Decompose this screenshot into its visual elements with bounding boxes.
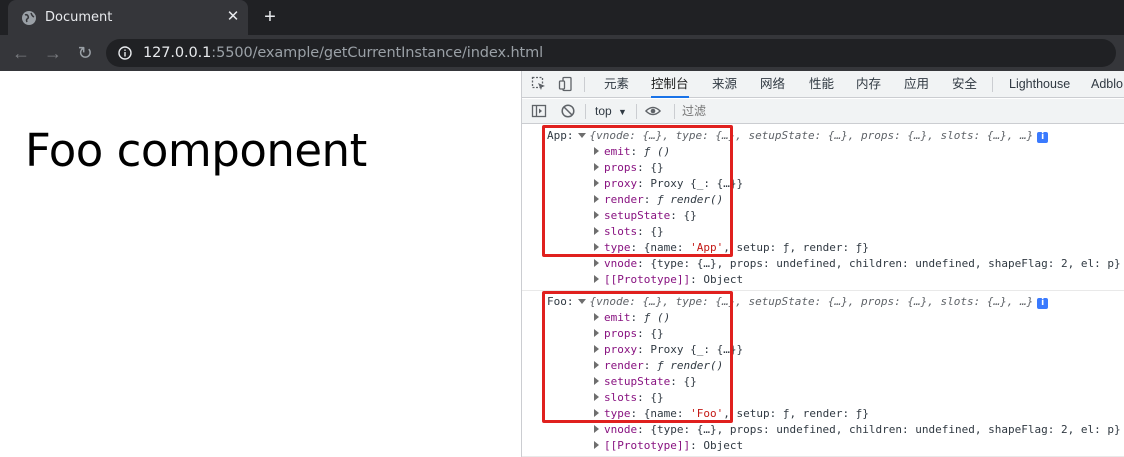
new-tab-button[interactable]: + xyxy=(258,6,282,30)
devtools-tab[interactable]: 控制台 xyxy=(651,71,689,98)
browser-tabstrip: Document ✕ + xyxy=(0,0,1124,35)
property-value: {type: {…}, props: undefined, children: … xyxy=(650,423,1121,436)
info-icon[interactable]: i xyxy=(1037,132,1049,143)
eye-icon[interactable] xyxy=(645,103,661,119)
console-message: App: {vnode: {…}, type: {…}, setupState: … xyxy=(522,125,1124,291)
devtools-tab[interactable]: 应用 xyxy=(904,71,929,98)
toolbar-divider xyxy=(674,104,675,119)
context-value: top xyxy=(595,104,612,118)
expand-triangle-icon[interactable] xyxy=(594,441,599,449)
devtools-tab[interactable]: 安全 xyxy=(952,71,977,98)
clear-console-icon[interactable] xyxy=(560,103,576,119)
toolbar-divider xyxy=(584,77,585,92)
toolbar-divider xyxy=(585,104,586,119)
devtools-panel: 元素控制台来源网络性能内存应用安全 Lighthouse Adblo top ▼ A… xyxy=(521,71,1124,457)
console-toolbar: top ▼ xyxy=(522,99,1124,124)
reload-icon[interactable]: ↻ xyxy=(74,42,96,64)
devtools-tabbar: 元素 控制台 来源 网络 性能 内存 应用 安全 Lighthouse Adblo xyxy=(522,71,1124,98)
sidebar-toggle-icon[interactable] xyxy=(531,103,547,119)
devtools-tab[interactable]: 内存 xyxy=(856,71,881,98)
property-key: vnode xyxy=(604,423,638,436)
dropdown-arrow-icon: ▼ xyxy=(618,107,627,117)
devtools-tab[interactable]: 元素 xyxy=(604,71,629,98)
inspect-element-icon[interactable] xyxy=(531,76,547,92)
property-key: [[Prototype]] xyxy=(604,439,691,452)
console-output: App: {vnode: {…}, type: {…}, setupState: … xyxy=(522,125,1124,457)
expand-triangle-icon[interactable] xyxy=(594,425,599,433)
device-toggle-icon[interactable] xyxy=(558,76,574,92)
tab-title: Document xyxy=(45,10,113,25)
property-value: , setup: ƒ, render: ƒ} xyxy=(723,407,869,420)
property-value: Object xyxy=(703,273,744,286)
property-value: , setup: ƒ, render: ƒ} xyxy=(723,241,869,254)
toolbar-divider xyxy=(636,104,637,119)
annotation-highlight-box xyxy=(542,291,733,423)
url-text: 127.0.0.1:5500/example/getCurrentInstanc… xyxy=(143,45,544,61)
devtools-tab[interactable]: Adblo xyxy=(1091,71,1123,98)
devtools-tab[interactable]: 性能 xyxy=(809,71,834,98)
property-row[interactable]: vnode: {type: {…}, props: undefined, chi… xyxy=(594,422,1121,438)
devtools-tab[interactable]: 来源 xyxy=(712,71,737,98)
browser-toolbar: ← → ↻ 127.0.0.1:5500/example/getCurrentI… xyxy=(0,35,1124,71)
browser-tab[interactable]: Document ✕ xyxy=(8,0,248,35)
devtools-tab[interactable]: Lighthouse xyxy=(1009,71,1070,98)
property-value: {type: {…}, props: undefined, children: … xyxy=(650,257,1121,270)
context-selector[interactable]: top ▼ xyxy=(595,104,627,118)
page-viewport: Foo component xyxy=(0,71,521,457)
info-icon[interactable] xyxy=(118,46,132,60)
expand-triangle-icon[interactable] xyxy=(594,259,599,267)
address-bar[interactable]: 127.0.0.1:5500/example/getCurrentInstanc… xyxy=(106,39,1116,67)
property-row[interactable]: [[Prototype]]: Object xyxy=(594,272,743,288)
devtools-tab[interactable]: 网络 xyxy=(760,71,785,98)
annotation-highlight-box xyxy=(542,125,733,257)
forward-arrow-icon[interactable]: → xyxy=(42,42,64,64)
property-value: Object xyxy=(703,439,744,452)
property-row[interactable]: vnode: {type: {…}, props: undefined, chi… xyxy=(594,256,1121,272)
info-icon[interactable]: i xyxy=(1037,298,1049,309)
close-icon[interactable]: ✕ xyxy=(225,9,241,25)
filter-input[interactable] xyxy=(680,102,1120,121)
console-message: Foo: {vnode: {…}, type: {…}, setupState: … xyxy=(522,291,1124,457)
page-heading: Foo component xyxy=(25,124,367,177)
back-arrow-icon[interactable]: ← xyxy=(10,42,32,64)
property-key: [[Prototype]] xyxy=(604,273,691,286)
property-row[interactable]: [[Prototype]]: Object xyxy=(594,438,743,454)
globe-icon xyxy=(22,11,36,25)
expand-triangle-icon[interactable] xyxy=(594,275,599,283)
property-key: vnode xyxy=(604,257,638,270)
toolbar-divider xyxy=(992,77,993,92)
